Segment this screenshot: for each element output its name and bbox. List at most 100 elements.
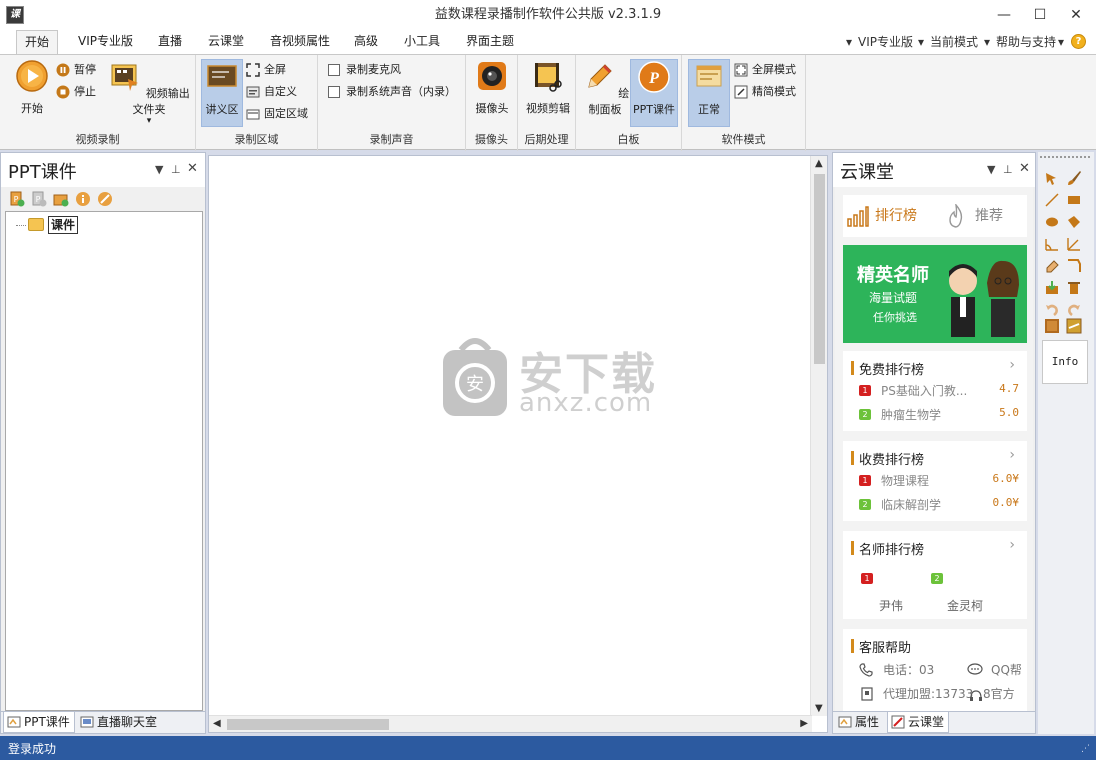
- support-qq[interactable]: QQ帮: [991, 661, 1022, 678]
- chevron-right-icon[interactable]: ›: [1009, 537, 1015, 553]
- record-mic-checkbox[interactable]: 录制麦克风: [328, 61, 401, 79]
- tab-cloud-classroom[interactable]: 云课堂: [887, 712, 949, 733]
- tab-advanced[interactable]: 高级: [346, 30, 386, 54]
- list-item[interactable]: 2 临床解剖学 0.0¥: [859, 495, 1019, 515]
- fill-icon[interactable]: [1066, 214, 1082, 230]
- add-folder-icon[interactable]: [53, 191, 69, 207]
- checkbox[interactable]: [328, 86, 340, 98]
- status-bar: 登录成功 ⋰: [0, 736, 1096, 760]
- list-item[interactable]: 2 肿瘤生物学 5.0: [859, 405, 1019, 425]
- tree-root-label[interactable]: 课件: [48, 216, 79, 234]
- maximize-button[interactable]: ☐: [1022, 0, 1058, 30]
- fixed-area-button[interactable]: 固定区域: [246, 105, 308, 123]
- eraser-icon[interactable]: [1044, 258, 1060, 274]
- scroll-left-icon[interactable]: ◀: [213, 718, 221, 729]
- tab-live[interactable]: 直播: [150, 30, 190, 54]
- tab-ppt-courseware[interactable]: PPT课件: [3, 712, 75, 733]
- dropdown-icon[interactable]: ▼: [155, 163, 163, 176]
- simple-mode-button[interactable]: 精简模式: [734, 83, 796, 101]
- camera-button[interactable]: 摄像头: [472, 59, 512, 116]
- toolstrip-grip[interactable]: [1040, 156, 1090, 158]
- trash-icon[interactable]: [1066, 280, 1082, 296]
- normal-mode-button[interactable]: 正常: [688, 59, 730, 127]
- watermark: 安 安下载 anxz.com: [439, 336, 669, 426]
- pin-icon[interactable]: ⊥: [171, 163, 181, 176]
- info-button[interactable]: Info: [1042, 340, 1088, 384]
- pause-button[interactable]: 暂停: [56, 61, 96, 79]
- ppt-courseware-button[interactable]: P PPT课件: [630, 59, 678, 127]
- fullscreen-area-button[interactable]: 全屏: [246, 61, 286, 79]
- start-record-button[interactable]: 开始: [12, 59, 52, 116]
- promo-banner[interactable]: 精英名师 海量试题 任你挑选: [843, 245, 1027, 343]
- tab-theme[interactable]: 界面主题: [458, 30, 522, 54]
- tab-ranking[interactable]: 排行榜: [875, 195, 917, 237]
- angle-icon[interactable]: [1044, 236, 1060, 252]
- vertical-scroll-thumb[interactable]: [814, 174, 825, 364]
- chevron-right-icon[interactable]: ›: [1009, 357, 1015, 373]
- ellipse-icon[interactable]: [1044, 214, 1060, 230]
- stop-button[interactable]: 停止: [56, 83, 96, 101]
- close-icon[interactable]: ✕: [187, 161, 198, 176]
- scroll-right-icon[interactable]: ▶: [800, 718, 808, 729]
- current-mode-menu[interactable]: 当前模式: [930, 30, 978, 54]
- redo-icon[interactable]: [1066, 302, 1082, 318]
- axis-icon[interactable]: [1066, 236, 1082, 252]
- tab-recommend[interactable]: 推荐: [975, 195, 1003, 237]
- window-mode-icon: [696, 65, 722, 87]
- brush-icon[interactable]: [1066, 170, 1082, 186]
- video-edit-button[interactable]: 视频剪辑: [524, 59, 572, 116]
- vip-menu[interactable]: VIP专业版: [858, 30, 913, 54]
- scroll-down-icon[interactable]: ▼: [815, 703, 823, 714]
- dropdown-icon[interactable]: ▼: [987, 163, 995, 176]
- rank-badge: 1: [859, 475, 871, 486]
- lecture-canvas[interactable]: 安 安下载 anxz.com ▲ ▼ ◀ ▶: [208, 155, 828, 733]
- tab-vip[interactable]: VIP专业版: [70, 30, 141, 54]
- draw-panel-button[interactable]: 绘制面板: [580, 59, 630, 117]
- course-name: PS基础入门教...: [881, 384, 968, 398]
- remove-ppt-icon[interactable]: P: [31, 191, 47, 207]
- close-button[interactable]: ✕: [1058, 0, 1094, 30]
- custom-area-button[interactable]: 自定义: [246, 83, 297, 101]
- teacher-name[interactable]: 尹伟: [879, 597, 903, 614]
- settings-icon[interactable]: [97, 191, 113, 207]
- info-icon[interactable]: [75, 191, 91, 207]
- text-tool-icon[interactable]: [1066, 258, 1082, 274]
- scroll-up-icon[interactable]: ▲: [815, 158, 823, 169]
- tab-tools[interactable]: 小工具: [396, 30, 448, 54]
- teacher-name[interactable]: 金灵柯: [947, 597, 983, 614]
- list-item[interactable]: 1 物理课程 6.0¥: [859, 471, 1019, 491]
- help-icon[interactable]: ?: [1071, 34, 1086, 49]
- board-icon[interactable]: [1044, 318, 1060, 334]
- pin-icon[interactable]: ⊥: [1003, 163, 1013, 176]
- save-icon[interactable]: [1044, 280, 1060, 296]
- vertical-scrollbar[interactable]: ▲ ▼: [810, 156, 827, 716]
- tab-av-properties[interactable]: 音视频属性: [262, 30, 338, 54]
- chevron-down-icon: ▾: [1058, 35, 1065, 49]
- resize-grip-icon[interactable]: ⋰: [1081, 744, 1090, 754]
- line-icon[interactable]: [1044, 192, 1060, 208]
- pointer-icon[interactable]: [1044, 170, 1060, 186]
- fullscreen-icon: [246, 63, 260, 77]
- add-ppt-icon[interactable]: P: [9, 191, 25, 207]
- undo-icon[interactable]: [1044, 302, 1060, 318]
- horizontal-scrollbar[interactable]: ◀ ▶: [209, 715, 812, 732]
- tab-properties[interactable]: 属性: [835, 712, 885, 733]
- tab-start[interactable]: 开始: [16, 30, 59, 55]
- horizontal-scroll-thumb[interactable]: [227, 719, 389, 730]
- rectangle-icon[interactable]: [1066, 192, 1082, 208]
- record-system-audio-checkbox[interactable]: 录制系统声音（内录）: [328, 83, 456, 101]
- list-item[interactable]: 1 PS基础入门教... 4.7: [859, 381, 1019, 401]
- highlight-icon[interactable]: [1066, 318, 1082, 334]
- output-folder-button[interactable]: 视频输出文件夹 ▾: [108, 59, 190, 126]
- fullscreen-mode-button[interactable]: 全屏模式: [734, 61, 796, 79]
- chevron-right-icon[interactable]: ›: [1009, 447, 1015, 463]
- tab-cloud[interactable]: 云课堂: [200, 30, 252, 54]
- checkbox[interactable]: [328, 64, 340, 76]
- card-accent-bar: [851, 639, 854, 653]
- tab-live-chat[interactable]: 直播聊天室: [77, 712, 169, 733]
- close-icon[interactable]: ✕: [1019, 161, 1030, 176]
- lecture-area-button[interactable]: 讲义区: [201, 59, 243, 127]
- help-support-menu[interactable]: 帮助与支持: [996, 30, 1056, 54]
- group-title-camera: 摄像头: [475, 133, 508, 146]
- minimize-button[interactable]: —: [986, 0, 1022, 30]
